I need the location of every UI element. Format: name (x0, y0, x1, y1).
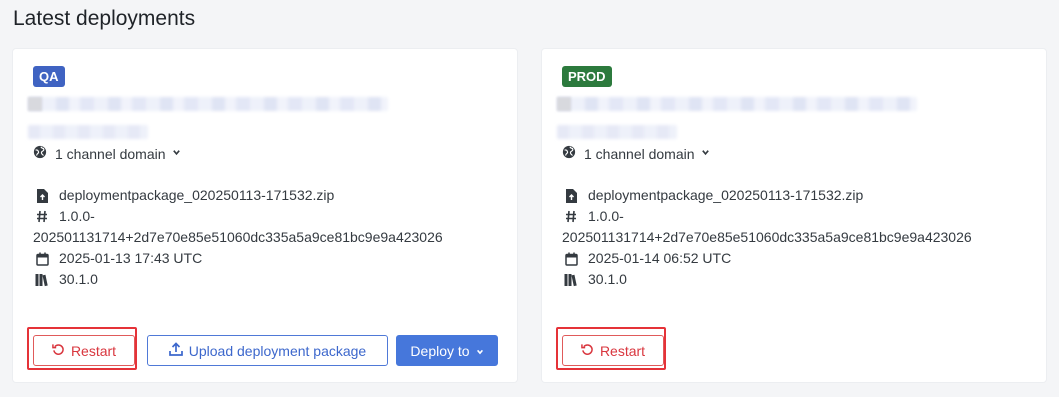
deployment-date: 2025-01-14 06:52 UTC (588, 250, 732, 266)
globe-icon (33, 145, 47, 162)
channel-domain-toggle[interactable]: 1 channel domain (562, 145, 710, 162)
date-row: 2025-01-14 06:52 UTC (562, 248, 1032, 269)
deployment-card-prod: PROD 1 channel domain deploymentpackage_… (542, 49, 1046, 382)
library-version: 30.1.0 (59, 271, 98, 287)
version-string: 1.0.0-202501131714+2d7e70e85e51060dc335a… (33, 208, 443, 245)
calendar-icon (33, 248, 51, 269)
version-string: 1.0.0-202501131714+2d7e70e85e51060dc335a… (562, 208, 972, 245)
deployment-meta: deploymentpackage_020250113-171532.zip 1… (562, 185, 1032, 290)
restart-label: Restart (599, 342, 646, 359)
library-row: 30.1.0 (562, 269, 1032, 290)
library-version: 30.1.0 (588, 271, 627, 287)
upload-deployment-package-button[interactable]: Upload deployment package (147, 335, 388, 366)
deploy-to-button[interactable]: Deploy to (396, 335, 498, 366)
chevron-down-icon (701, 148, 710, 160)
channel-domain-label: 1 channel domain (584, 145, 695, 162)
library-icon (562, 269, 580, 290)
channel-domain-label: 1 channel domain (55, 145, 166, 162)
restart-button[interactable]: Restart (33, 335, 135, 366)
library-icon (33, 269, 51, 290)
chevron-down-icon (172, 148, 181, 160)
calendar-icon (562, 248, 580, 269)
hash-icon (562, 206, 580, 227)
upload-label: Upload deployment package (188, 342, 367, 359)
package-row: deploymentpackage_020250113-171532.zip (33, 185, 503, 206)
restart-icon (581, 343, 594, 359)
date-row: 2025-01-13 17:43 UTC (33, 248, 503, 269)
deployment-card-qa: QA 1 channel domain deploymentpackage_02… (13, 49, 517, 382)
version-row: 1.0.0-202501131714+2d7e70e85e51060dc335a… (33, 206, 503, 248)
package-name: deploymentpackage_020250113-171532.zip (59, 187, 335, 203)
file-upload-icon (562, 185, 580, 206)
restart-icon (52, 343, 65, 359)
chevron-down-icon (476, 343, 484, 359)
hash-icon (33, 206, 51, 227)
deploy-label: Deploy to (410, 342, 470, 359)
library-row: 30.1.0 (33, 269, 503, 290)
package-row: deploymentpackage_020250113-171532.zip (562, 185, 1032, 206)
redacted-host (28, 97, 388, 141)
globe-icon (562, 145, 576, 162)
package-name: deploymentpackage_020250113-171532.zip (588, 187, 864, 203)
restart-label: Restart (70, 342, 117, 359)
version-row: 1.0.0-202501131714+2d7e70e85e51060dc335a… (562, 206, 1032, 248)
restart-button[interactable]: Restart (562, 335, 664, 366)
page-title: Latest deployments (13, 7, 196, 30)
redacted-host (557, 97, 917, 141)
channel-domain-toggle[interactable]: 1 channel domain (33, 145, 181, 162)
env-badge-qa: QA (33, 66, 65, 87)
upload-icon (168, 342, 183, 359)
deployment-meta: deploymentpackage_020250113-171532.zip 1… (33, 185, 503, 290)
deployment-date: 2025-01-13 17:43 UTC (59, 250, 203, 266)
env-badge-prod: PROD (562, 66, 612, 87)
file-upload-icon (33, 185, 51, 206)
